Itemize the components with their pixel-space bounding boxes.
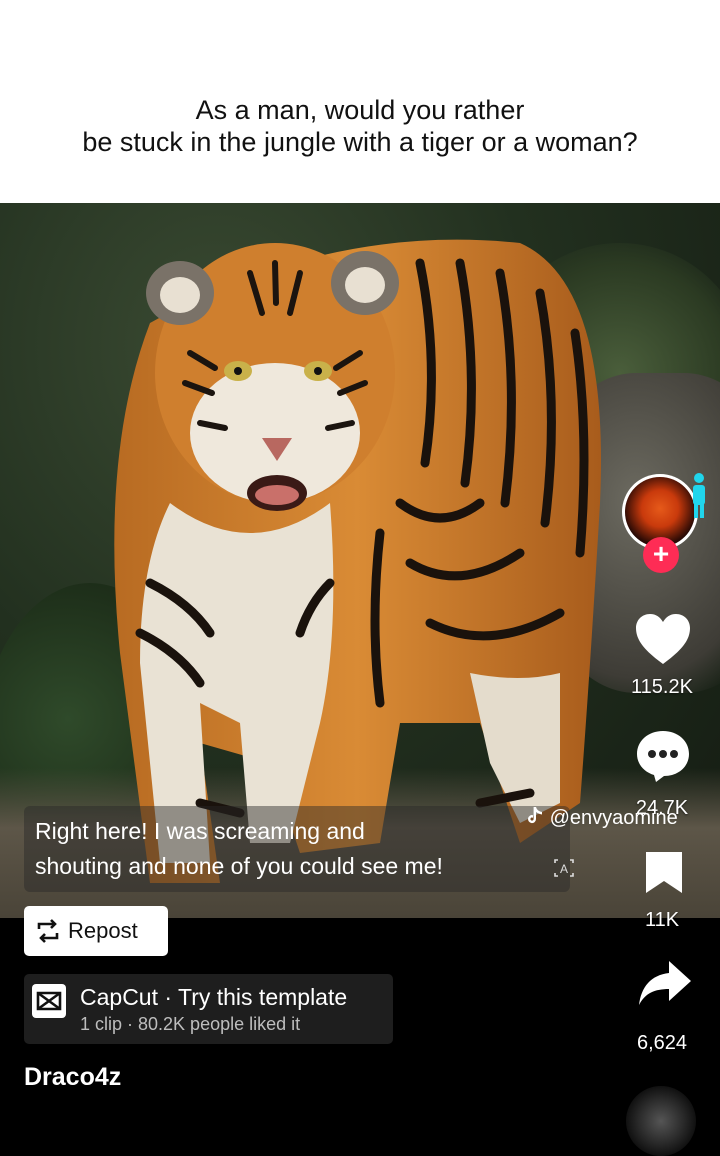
sound-credit[interactable]: @envyaomine [526,806,678,830]
author-username[interactable]: Draco4z [24,1063,121,1092]
tiktok-note-icon [528,807,542,824]
capcut-title: CapCut · Try this template [80,984,348,1010]
share-icon[interactable] [637,959,693,1007]
bookmark-icon[interactable] [643,849,685,895]
repost-label: Repost [68,918,138,943]
svg-text:A: A [560,862,568,876]
save-count: 11K [644,909,680,931]
comment-icon[interactable] [634,728,692,784]
question-line-2: be stuck in the jungle with a tiger or a… [82,127,638,157]
auto-caption-icon[interactable]: A [552,857,576,879]
video-caption: Right here! I was screaming and shouting… [35,814,565,884]
share-count: 6,624 [636,1032,688,1054]
person-icon [693,473,705,518]
capcut-template-card[interactable]: CapCut · Try this template 1 clip · 80.2… [24,974,393,1044]
question-text: As a man, would you rather be stuck in t… [0,94,720,158]
repost-button[interactable]: Repost [24,906,168,956]
caption-line-1: Right here! I was screaming and [35,818,365,844]
sound-credit-text: @envyaomine [549,807,678,829]
capcut-subtitle: 1 clip · 80.2K people liked it [80,1014,301,1034]
repost-icon [37,919,59,943]
capcut-logo-icon [32,984,66,1018]
sound-disc[interactable] [626,1086,696,1156]
follow-plus-button[interactable]: + [643,537,679,573]
heart-icon[interactable] [634,612,692,666]
like-count: 115.2K [631,676,693,698]
caption-line-2: shouting and none of you could see me! [35,853,443,879]
question-line-1: As a man, would you rather [195,95,525,125]
